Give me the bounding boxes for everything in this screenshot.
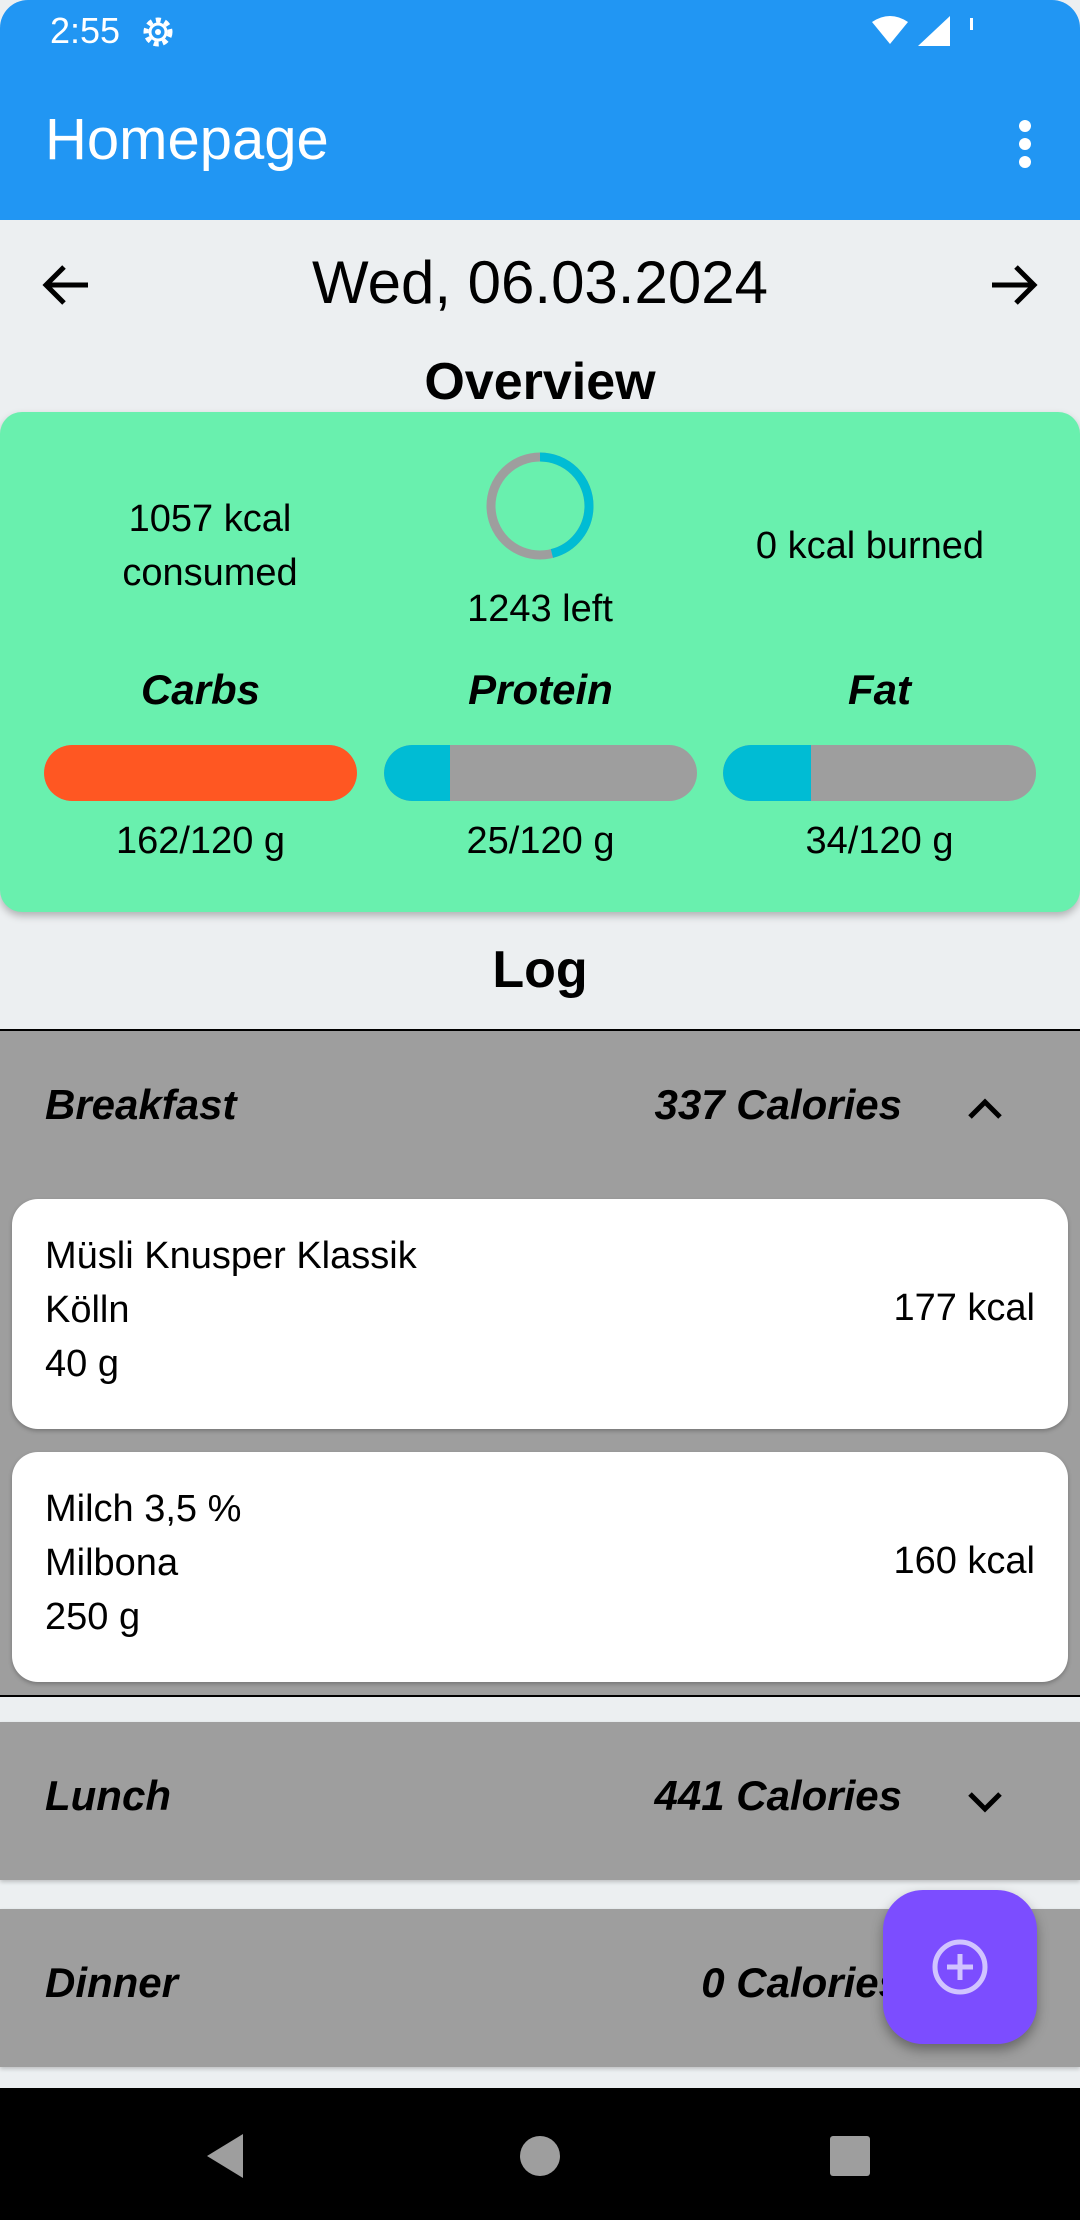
meal-calories: 337 Calories — [654, 1081, 903, 1128]
overview-title: Overview — [424, 353, 656, 411]
food-kcal: 177 kcal — [893, 1287, 1035, 1329]
app-bar: Homepage — [0, 64, 1080, 220]
consumed-label: consumed — [122, 552, 298, 594]
log-title: Log — [492, 941, 588, 999]
macro-bar-fill-carbs — [44, 745, 357, 801]
meal-calories: 0 Calories — [701, 1959, 902, 2006]
consumed-kcal: 1057 kcal — [128, 498, 292, 540]
macro-bar-fill-protein — [384, 745, 450, 801]
back-icon[interactable] — [203, 2132, 247, 2180]
add-food-button[interactable] — [883, 1890, 1037, 2044]
signal-icon — [918, 16, 950, 46]
wifi-icon — [872, 16, 908, 44]
system-status-icons — [872, 16, 973, 46]
chevron-up-icon[interactable] — [960, 1085, 1010, 1135]
settings-icon — [143, 17, 173, 47]
food-name: Müsli Knusper Klassik — [45, 1235, 417, 1277]
meal-name: Lunch — [45, 1772, 171, 1819]
macro-value-carbs: 162/120 g — [115, 820, 286, 862]
status-bar: 2:55 — [0, 0, 1080, 64]
food-item[interactable]: Müsli Knusper Klassik Kölln 40 g 177 kca… — [12, 1199, 1068, 1429]
breakfast-panel: Breakfast 337 Calories Müsli Knusper Kla… — [0, 1029, 1080, 1697]
macro-label-protein: Protein — [468, 666, 613, 713]
calories-ring — [486, 452, 594, 560]
calories-burned: 0 kcal burned — [755, 525, 985, 567]
macro-label-fat: Fat — [848, 666, 911, 713]
app-title: Homepage — [45, 107, 329, 172]
macro-value-fat: 34/120 g — [805, 820, 954, 862]
macro-bar-fill-fat — [723, 745, 811, 801]
system-nav-bar — [0, 2088, 1080, 2220]
date-navigation: Wed, 06.03.2024 — [0, 220, 1080, 350]
macro-bar-fat — [723, 745, 1036, 801]
consumed-summary: 1057 kcal consumed — [60, 492, 360, 600]
food-amount: 40 g — [45, 1343, 119, 1385]
status-time: 2:55 — [50, 10, 121, 51]
macro-bar-carbs — [44, 745, 357, 801]
more-vert-icon[interactable] — [1000, 114, 1050, 174]
recents-icon[interactable] — [828, 2132, 872, 2180]
overview-card: 1057 kcal consumed 1243 left 0 kcal burn… — [0, 412, 1080, 912]
food-item[interactable]: Milch 3,5 % Milbona 250 g 160 kcal — [12, 1452, 1068, 1682]
food-kcal: 160 kcal — [893, 1540, 1035, 1582]
battery-icon — [970, 18, 973, 30]
food-amount: 250 g — [45, 1596, 141, 1638]
meal-name: Breakfast — [45, 1081, 237, 1128]
meal-header-breakfast[interactable]: Breakfast 337 Calories — [0, 1031, 1080, 1181]
arrow-right-icon[interactable] — [984, 255, 1044, 315]
home-icon[interactable] — [518, 2132, 562, 2180]
current-date: Wed, 06.03.2024 — [312, 249, 768, 316]
meal-name: Dinner — [45, 1959, 179, 2006]
macro-bar-protein — [384, 745, 697, 801]
chevron-down-icon[interactable] — [960, 1776, 1010, 1826]
calories-left: 1243 left — [467, 588, 613, 630]
macro-value-protein: 25/120 g — [466, 820, 615, 862]
meal-header-lunch[interactable]: Lunch 441 Calories — [0, 1722, 1080, 1880]
food-name: Milch 3,5 % — [45, 1488, 242, 1530]
meal-calories: 441 Calories — [654, 1772, 903, 1819]
macro-label-carbs: Carbs — [140, 666, 261, 713]
food-brand: Milbona — [45, 1542, 179, 1584]
add-circle-icon — [932, 1939, 988, 1995]
food-brand: Kölln — [45, 1289, 130, 1331]
